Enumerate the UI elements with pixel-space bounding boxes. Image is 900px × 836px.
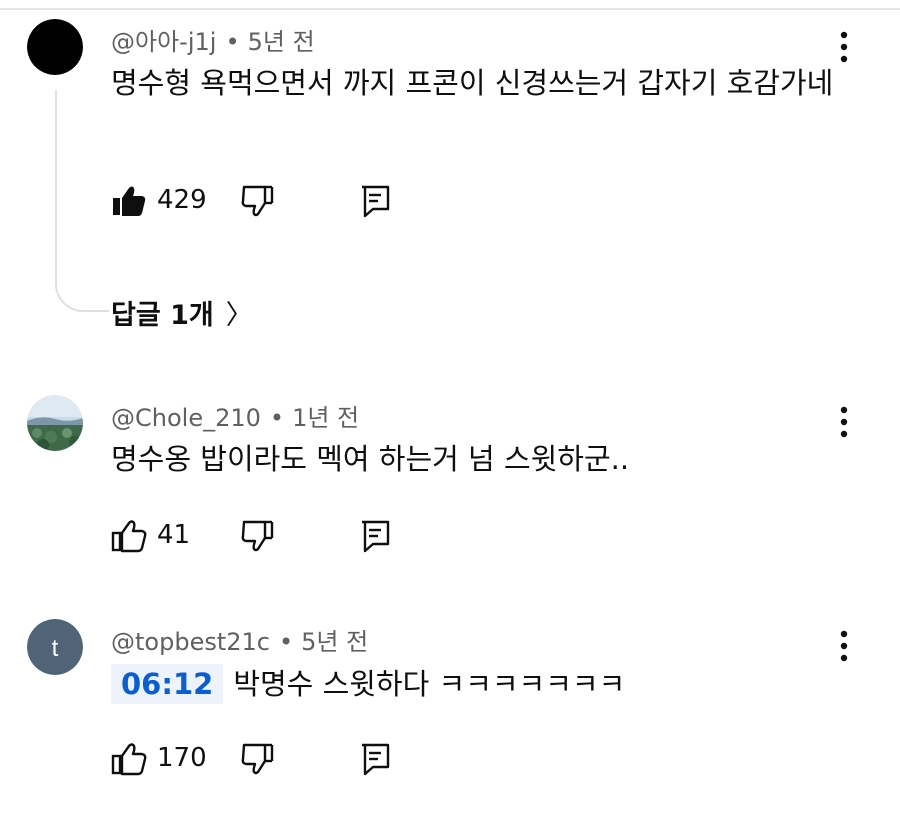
reply-icon xyxy=(362,743,390,776)
comment-time[interactable]: 5년 전 xyxy=(301,628,368,656)
reply-icon xyxy=(362,520,390,553)
reply-icon xyxy=(362,185,390,218)
meta-separator: • xyxy=(225,28,240,56)
meta-separator: • xyxy=(269,404,285,432)
avatar[interactable] xyxy=(27,395,83,451)
thumbs-down-icon xyxy=(241,743,274,775)
dislike-button[interactable] xyxy=(239,518,275,554)
comment-text-line: 06:12 박명수 스윗하다 ㅋㅋㅋㅋㅋㅋㅋ xyxy=(111,659,841,710)
like-count: 170 xyxy=(157,743,207,773)
comment-text: 명수형 욕먹으면서 까지 프콘이 신경쓰는거 갑자기 호감가네 xyxy=(111,66,834,100)
comment-meta: @Chole_210 • 1년 전 xyxy=(111,398,359,433)
author-name[interactable]: @topbest21c xyxy=(111,628,270,656)
thread-connector-line xyxy=(55,90,109,312)
chevron-right-icon: 〉 xyxy=(225,300,253,331)
thumbs-up-icon xyxy=(111,743,147,776)
comment-actions: 170 xyxy=(111,741,411,781)
reply-button[interactable] xyxy=(357,183,393,219)
dislike-button[interactable] xyxy=(239,183,275,219)
thumbs-down-icon xyxy=(241,520,274,552)
dislike-button[interactable] xyxy=(239,741,275,777)
avatar[interactable]: t xyxy=(27,619,83,675)
meta-separator: • xyxy=(278,628,294,656)
comment-1: @아아-j1j • 5년 전 명수형 욕먹으면서 까지 프콘이 신경쓰는거 갑자기 … xyxy=(0,0,900,340)
like-button[interactable] xyxy=(111,518,147,554)
reply-button[interactable] xyxy=(357,518,393,554)
avatar-letter: t xyxy=(52,635,59,662)
reply-button[interactable] xyxy=(357,741,393,777)
like-count: 41 xyxy=(157,520,191,550)
thumbs-up-icon xyxy=(113,186,146,216)
comment-meta: @topbest21c • 5년 전 xyxy=(111,622,368,657)
comment-actions: 41 xyxy=(111,518,411,558)
timestamp-link[interactable]: 06:12 xyxy=(111,664,224,704)
comment-time[interactable]: 1년 전 xyxy=(292,404,359,432)
comment-text: 박명수 스윗하다 ㅋㅋㅋㅋㅋㅋㅋ xyxy=(233,667,626,701)
author-name[interactable]: @아아-j1j xyxy=(111,28,216,56)
comment-actions: 429 xyxy=(111,183,411,223)
comment-time[interactable]: 5년 전 xyxy=(248,28,315,56)
like-button[interactable] xyxy=(111,741,147,777)
view-replies-button[interactable]: 답글 1개 〉 xyxy=(111,293,253,332)
thumbs-down-icon xyxy=(241,185,274,217)
replies-label: 답글 1개 xyxy=(111,300,214,331)
avatar[interactable] xyxy=(27,19,83,75)
comment-text: 명수옹 밥이라도 멕여 하는거 넘 스윗하군.. xyxy=(111,442,630,476)
like-button[interactable] xyxy=(111,183,147,219)
thumbs-up-icon xyxy=(111,520,147,553)
author-name[interactable]: @Chole_210 xyxy=(111,404,261,432)
comment-meta: @아아-j1j • 5년 전 xyxy=(111,22,315,57)
like-count: 429 xyxy=(157,185,207,215)
